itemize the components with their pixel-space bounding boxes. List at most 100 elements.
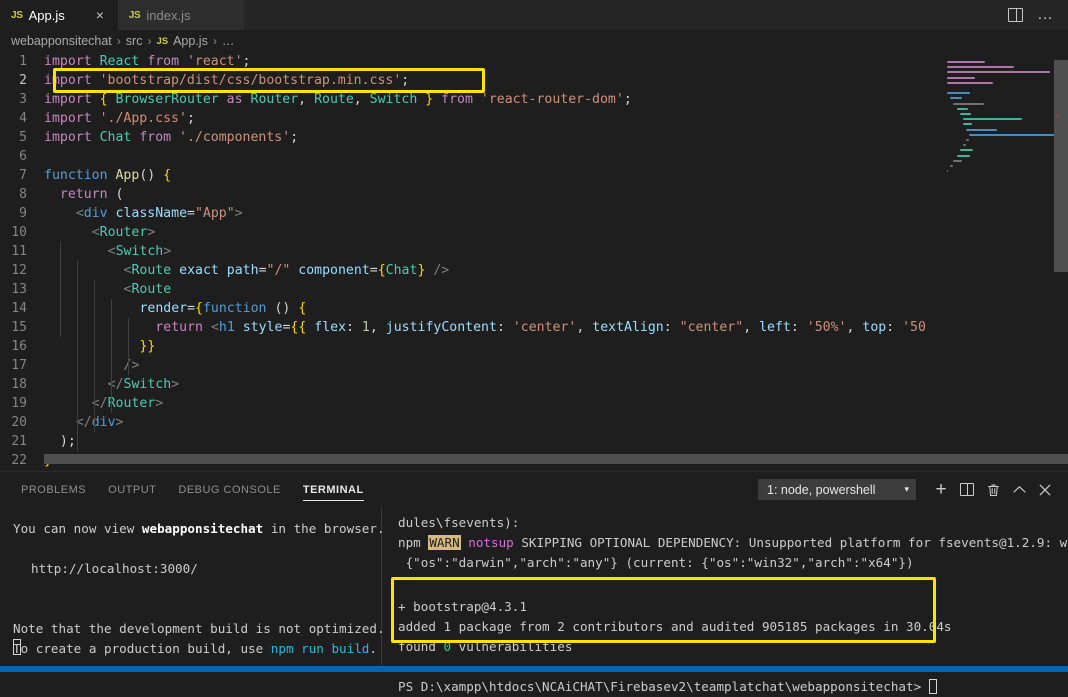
breadcrumb-separator: › xyxy=(116,34,121,48)
editor-tab-bar: JS App.js × JS index.js × … xyxy=(0,0,1068,30)
terminal-line: You can now view webapponsitechat in the… xyxy=(13,519,385,539)
tab-app-js[interactable]: JS App.js × xyxy=(0,0,118,30)
terminal-url[interactable]: http://localhost:3000/ xyxy=(13,559,381,579)
new-terminal-icon[interactable] xyxy=(928,477,954,503)
indent-guide xyxy=(128,318,129,375)
line-number: 18 xyxy=(11,377,27,392)
code-line[interactable]: 3 import { BrowserRouter as Router, Route… xyxy=(0,90,1068,109)
minimap-line xyxy=(966,139,970,141)
code-text: return <h1 style={{ flex: 1, justifyCont… xyxy=(155,320,942,335)
tab-output[interactable]: OUTPUT xyxy=(97,472,167,507)
breadcrumb-item-src[interactable]: src xyxy=(126,34,143,48)
tab-index-js[interactable]: JS index.js × xyxy=(117,0,244,30)
code-line[interactable]: 12 <Route exact path="/" component={Chat… xyxy=(0,261,1068,280)
minimap-line xyxy=(950,97,962,100)
code-line[interactable]: 4 import './App.css'; xyxy=(0,109,1068,128)
vulnerability-count: 0 xyxy=(443,639,452,654)
line-number: 13 xyxy=(11,282,27,297)
terminal-text: . xyxy=(369,641,377,656)
code-line[interactable]: 11 <Switch> xyxy=(0,242,1068,261)
breadcrumb-item-file[interactable]: App.js xyxy=(173,34,208,48)
more-actions-icon[interactable]: … xyxy=(1037,7,1054,23)
scrollbar-thumb[interactable] xyxy=(44,454,1068,464)
line-number: 14 xyxy=(11,301,27,316)
line-number: 6 xyxy=(19,149,27,164)
code-line[interactable]: 10 <Router> xyxy=(0,223,1068,242)
editor-vertical-scrollbar[interactable] xyxy=(1054,52,1068,471)
code-line[interactable]: 17 /> xyxy=(0,356,1068,375)
line-number: 12 xyxy=(11,263,27,278)
minimap-line xyxy=(947,170,949,173)
status-bar xyxy=(0,666,1068,672)
code-text: ); xyxy=(59,434,76,449)
terminal-selector-dropdown[interactable]: 1: node, powershell ▾ xyxy=(758,479,916,500)
tab-debug-console[interactable]: DEBUG CONSOLE xyxy=(167,472,291,507)
code-editor[interactable]: 1 import React from 'react'; 2 import 'boot… xyxy=(0,52,1068,471)
minimap[interactable] xyxy=(925,52,1054,471)
code-text: import './App.css'; xyxy=(44,111,195,126)
code-lines[interactable]: 1 import React from 'react'; 2 import 'boot… xyxy=(0,52,1068,471)
minimap-line xyxy=(953,159,963,162)
code-line[interactable]: 21 ); xyxy=(0,432,1068,451)
terminal-pane-left[interactable]: You can now view webapponsitechat in the… xyxy=(0,507,385,666)
split-editor-icon[interactable] xyxy=(1008,8,1023,22)
terminal-pane-right[interactable]: dules\fsevents): npm WARN notsup SKIPPIN… xyxy=(382,507,1068,694)
line-number: 17 xyxy=(11,358,27,373)
close-panel-icon[interactable] xyxy=(1032,477,1058,503)
terminal-body[interactable]: You can now view webapponsitechat in the… xyxy=(0,507,1068,694)
line-number: 7 xyxy=(19,168,27,183)
minimap-line xyxy=(947,61,985,63)
code-line[interactable]: 13 <Route xyxy=(0,280,1068,299)
code-line[interactable]: 6 xyxy=(0,147,1068,166)
panel-tabs: PROBLEMS OUTPUT DEBUG CONSOLE TERMINAL xyxy=(0,472,375,507)
code-line[interactable]: 9 <div className="App"> xyxy=(0,204,1068,223)
code-line[interactable]: 16 }} xyxy=(0,337,1068,356)
terminal-line: To create a production build, use npm ru… xyxy=(13,639,381,659)
tab-bar-spacer xyxy=(243,0,1008,30)
breadcrumb-separator: › xyxy=(212,34,217,48)
code-line[interactable]: 18 </Switch> xyxy=(0,375,1068,394)
code-line[interactable]: 1 import React from 'react'; xyxy=(0,52,1068,71)
chevron-down-icon: ▾ xyxy=(904,484,909,494)
line-number: 11 xyxy=(11,244,27,259)
code-line[interactable]: 5 import Chat from './components'; xyxy=(0,128,1068,147)
prompt-path: PS D:\xampp\htdocs\NCAiCHAT\Firebasev2\t… xyxy=(398,679,929,694)
code-line[interactable]: 14 render={function () { xyxy=(0,299,1068,318)
minimap-line xyxy=(969,133,1054,136)
terminal-selector-value: 1: node, powershell xyxy=(767,482,876,497)
kill-terminal-icon[interactable] xyxy=(980,477,1006,503)
split-terminal-icon[interactable] xyxy=(954,477,980,503)
terminal-prompt[interactable]: PS D:\xampp\htdocs\NCAiCHAT\Firebasev2\t… xyxy=(398,677,1068,697)
terminal-line-found: found 0 vulnerabilities xyxy=(398,637,1068,657)
code-line[interactable]: 15 return <h1 style={{ flex: 1, justifyC… xyxy=(0,318,1068,337)
breadcrumb-item-project[interactable]: webapponsitechat xyxy=(11,34,112,48)
code-text: render={function () { xyxy=(139,301,307,316)
breadcrumb-item-symbol[interactable]: … xyxy=(222,34,235,48)
tab-problems[interactable]: PROBLEMS xyxy=(10,472,97,507)
indent-guide xyxy=(94,280,95,432)
code-line[interactable]: 7 function App() { xyxy=(0,166,1068,185)
line-number: 8 xyxy=(19,187,27,202)
code-text: import Chat from './components'; xyxy=(44,130,299,145)
vscode-window: JS App.js × JS index.js × … webapponsite… xyxy=(0,0,1068,694)
scrollbar-thumb[interactable] xyxy=(1054,60,1068,272)
editor-horizontal-scrollbar[interactable] xyxy=(44,454,1068,464)
code-line[interactable]: 8 return ( xyxy=(0,185,1068,204)
terminal-text: SKIPPING OPTIONAL DEPENDENCY: Unsupporte… xyxy=(513,535,1068,550)
maximize-panel-icon[interactable] xyxy=(1006,477,1032,503)
minimap-line xyxy=(959,149,973,152)
minimap-line xyxy=(963,144,966,147)
terminal-cursor xyxy=(928,679,937,694)
code-text: <div className="App"> xyxy=(75,206,243,221)
close-icon[interactable]: × xyxy=(93,8,107,22)
line-number: 20 xyxy=(11,415,27,430)
code-text: </Router> xyxy=(91,396,164,411)
code-line[interactable]: 2 import 'bootstrap/dist/css/bootstrap.mi… xyxy=(0,71,1068,90)
code-line[interactable]: 19 </Router> xyxy=(0,394,1068,413)
code-text: <Route exact path="/" component={Chat} /… xyxy=(123,263,450,278)
code-line[interactable]: 20 </div> xyxy=(0,413,1068,432)
tab-terminal[interactable]: TERMINAL xyxy=(292,472,375,507)
line-number: 5 xyxy=(19,130,27,145)
